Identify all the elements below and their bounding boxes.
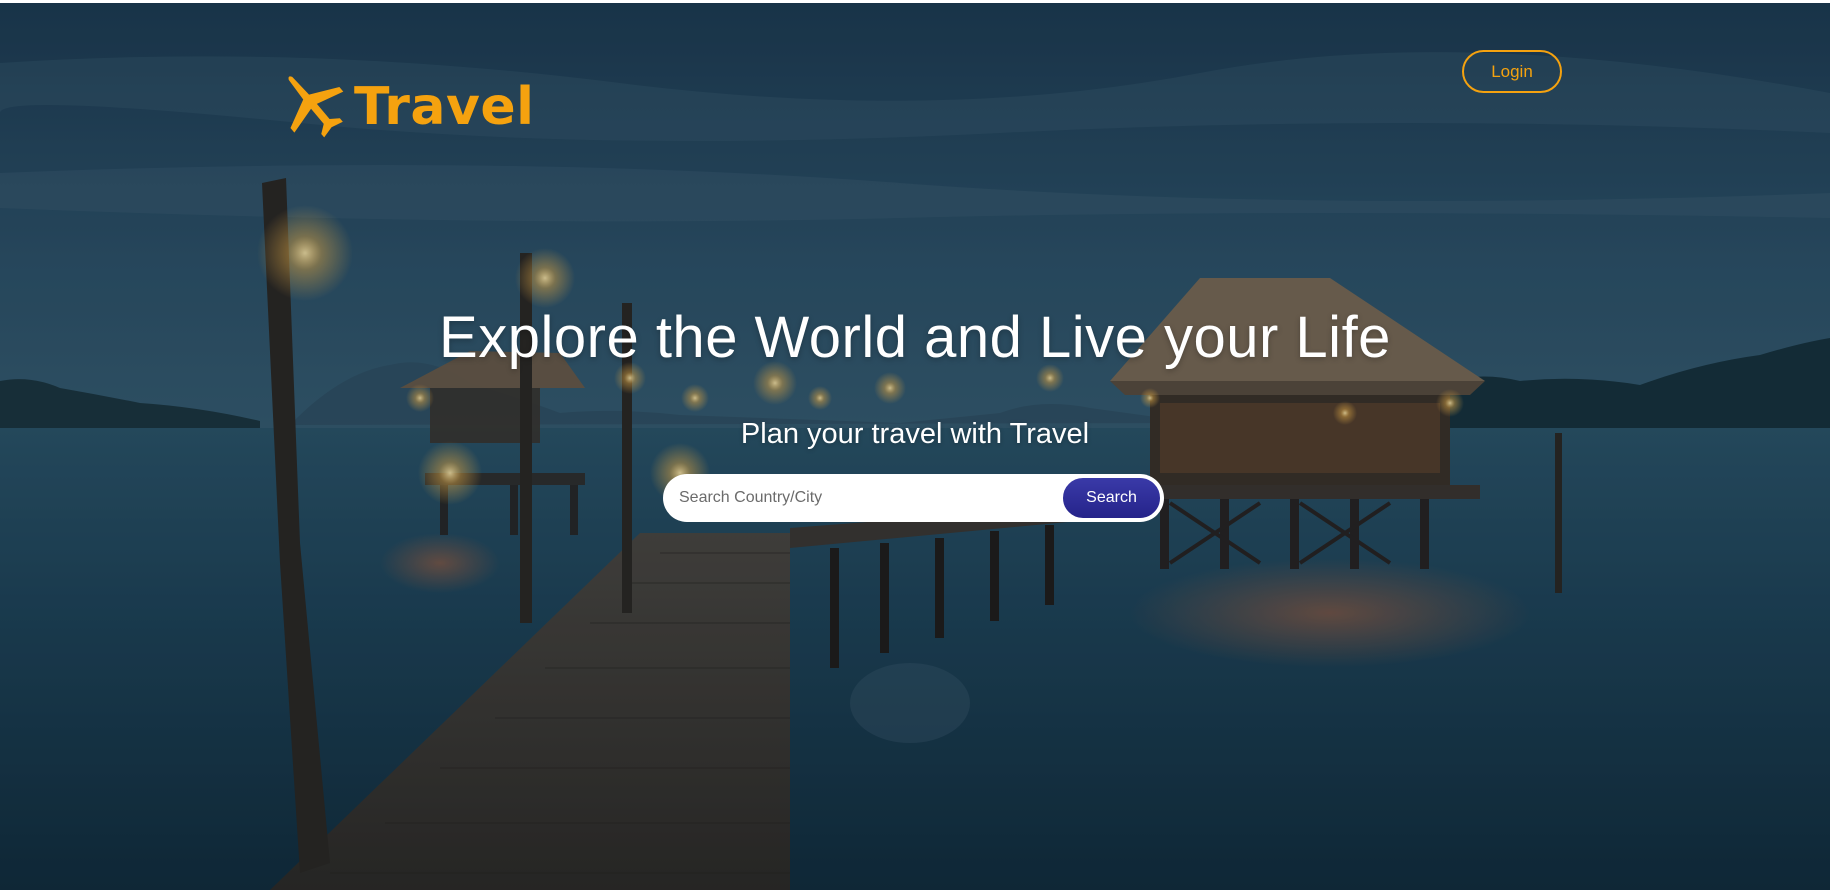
brand-name: Travel: [354, 77, 535, 137]
hero-subtitle: Plan your travel with Travel: [740, 418, 1090, 450]
search-bar: Search: [663, 474, 1164, 522]
login-button[interactable]: Login: [1462, 50, 1562, 93]
hero-title: Explore the World and Live your Life: [439, 305, 1391, 370]
airplane-icon: [288, 76, 344, 138]
search-button[interactable]: Search: [1061, 476, 1162, 520]
search-input[interactable]: [663, 474, 1061, 522]
brand-logo[interactable]: Travel: [274, 66, 534, 142]
